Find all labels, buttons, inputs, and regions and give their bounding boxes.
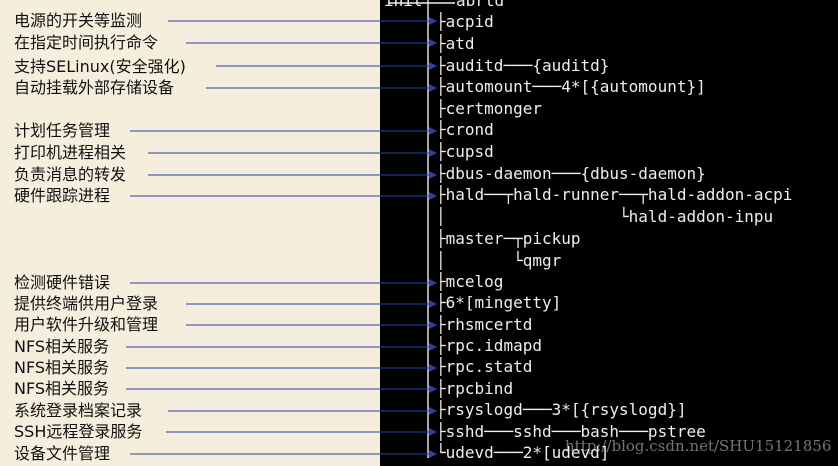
branch-glyph: ├ [436,12,446,31]
tree-line: │ └hald-addon-inpu [436,208,773,226]
branch-glyph: ├ [436,315,446,334]
watermark: http://blog.csdn.net/SHU15121856 [565,437,832,455]
process-name: rhsmcertd [445,315,533,334]
branch-glyph: ├ [436,142,446,161]
tree-line: ├rhsmcertd [436,316,532,334]
tree-line: ├cupsd [436,143,494,161]
annotation-label: 电源的开关等监测 [14,11,143,30]
annotation-label: NFS相关服务 [14,358,110,377]
annotation-label: 自动挂载外部存储设备 [14,78,175,97]
process-name: rpc.statd [445,357,533,376]
branch-glyph: ├ [436,120,446,139]
tree-line: ├acpid [436,13,494,31]
tree-line: ├rpc.idmapd [436,337,542,355]
branch-glyph: ├ [436,229,446,248]
process-name: atd [445,34,475,53]
process-name: └hald-addon-inpu [445,207,774,226]
branch-glyph: ├ [436,185,446,204]
tree-line: │ └qmgr [436,252,561,270]
tree-root: init [384,0,423,10]
annotation-label: 提供终端供用户登录 [14,294,159,313]
branch-glyph: ├ [436,34,446,53]
tree-line: ├automount───4*[{automount}] [436,78,706,96]
annotation-label: 计划任务管理 [14,121,111,140]
tree-line: ├6*[mingetty] [436,294,561,312]
tree-line: ├dbus-daemon───{dbus-daemon} [436,165,706,183]
branch-glyph: ├ [436,272,446,291]
annotation-panel: 电源的开关等监测 在指定时间执行命令 支持SELinux(安全强化) 自动挂载外… [0,0,380,466]
process-name: mcelog [445,272,504,291]
tree-line: ├rpcbind [436,380,513,398]
tree-line: ├hald──┬hald-runner──┬hald-addon-acpi [436,186,792,204]
branch-glyph: ├ [436,99,446,118]
process-name: hald──┬hald-runner──┬hald-addon-acpi [445,185,793,204]
branch-glyph: ├ [436,336,446,355]
branch-glyph: │ [436,207,446,226]
branch-glyph: ├ [436,56,446,75]
annotation-label: 负责消息的转发 [14,165,127,184]
process-name: rpc.idmapd [445,336,542,355]
process-name: rsyslogd───3*[{rsyslogd}] [445,400,687,419]
process-name: auditd───{auditd} [445,56,610,75]
annotation-label: SSH远程登录服务 [14,422,143,441]
branch-glyph: ├ [436,422,446,441]
tree-line: abrtd [456,0,505,10]
annotation-label: 在指定时间执行命令 [14,33,159,52]
tree-line: ├certmonger [436,100,542,118]
annotation-label: NFS相关服务 [14,379,110,398]
tree-line: ├rpc.statd [436,358,532,376]
tree-line: ├auditd───{auditd} [436,57,609,75]
annotation-label: 硬件跟踪进程 [14,186,111,205]
annotation-label: 设备文件管理 [14,444,111,463]
tree-line: ├mcelog [436,273,503,291]
terminal-window[interactable]: init abrtd ├acpid ├atd ├auditd───{auditd… [380,0,838,466]
process-name: crond [445,120,494,139]
process-name: └qmgr [445,251,562,270]
annotation-label: 打印机进程相关 [14,143,127,162]
branch-glyph: ├ [436,400,446,419]
tree-line: ├atd [436,35,475,53]
branch-glyph: ├ [436,357,446,376]
process-name: acpid [445,12,494,31]
annotation-label: NFS相关服务 [14,337,110,356]
process-name: 6*[mingetty] [445,293,562,312]
tree-line: ├crond [436,121,494,139]
annotation-label: 系统登录档案记录 [14,401,143,420]
tree-line: ├master─┬pickup [436,230,581,248]
tree-line: ├rsyslogd───3*[{rsyslogd}] [436,401,686,419]
annotation-label: 支持SELinux(安全强化) [14,57,186,76]
branch-glyph: │ [436,251,446,270]
process-name: rpcbind [445,379,514,398]
branch-glyph: ├ [436,164,446,183]
branch-glyph: ├ [436,293,446,312]
branch-glyph: ├ [436,379,446,398]
annotation-label: 用户软件升级和管理 [14,315,159,334]
annotation-label: 检测硬件错误 [14,273,111,292]
branch-glyph: ├ [436,77,446,96]
process-name: cupsd [445,142,494,161]
process-name: automount───4*[{automount}] [445,77,706,96]
process-name: master─┬pickup [445,229,581,248]
process-name: dbus-daemon───{dbus-daemon} [445,164,706,183]
process-name: certmonger [445,99,542,118]
branch-glyph: └ [436,443,446,462]
